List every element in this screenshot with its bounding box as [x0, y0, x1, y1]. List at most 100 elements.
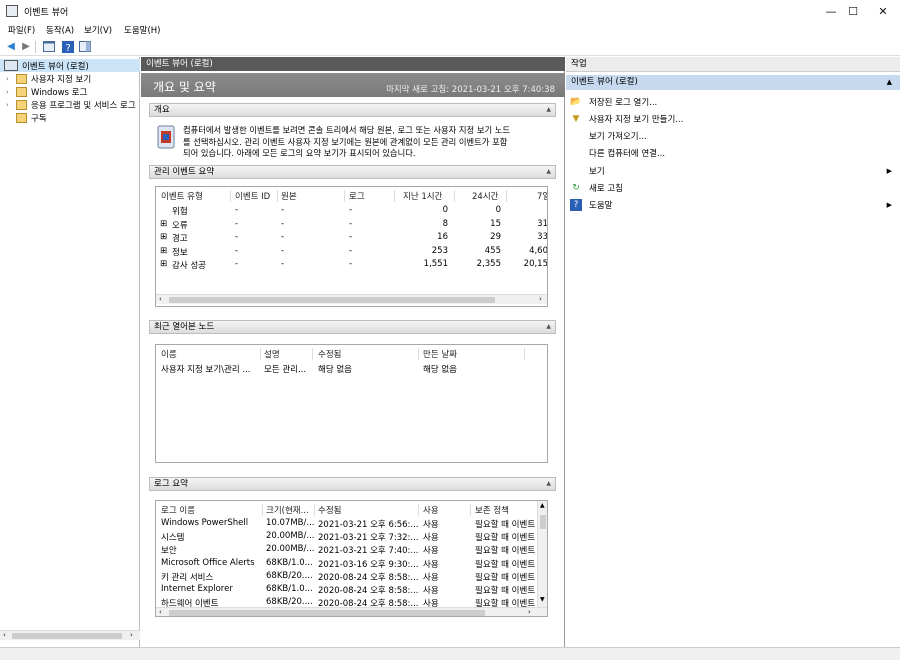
column-header[interactable]: 수정됨: [318, 348, 341, 360]
column-header[interactable]: 지난 1시간: [403, 190, 442, 202]
cell-enabled: 사용: [423, 520, 439, 530]
column-header[interactable]: 만든 날짜: [423, 348, 457, 360]
help-icon[interactable]: ?: [61, 40, 75, 53]
column-header[interactable]: 로그 이름: [161, 504, 195, 516]
console-tree-icon[interactable]: [42, 40, 56, 53]
collapse-icon[interactable]: ▲: [887, 75, 892, 90]
column-header[interactable]: 24시간: [472, 190, 498, 202]
scroll-left-icon[interactable]: ‹: [3, 631, 6, 639]
expand-plus-icon[interactable]: ⊞: [160, 259, 169, 269]
column-header[interactable]: 수정됨: [318, 504, 341, 516]
column-header[interactable]: 로그: [349, 190, 365, 202]
section-log-summary-header[interactable]: 로그 요약 ▲: [149, 477, 556, 491]
section-admin-summary-header[interactable]: 관리 이벤트 요약 ▲: [149, 165, 556, 179]
menu-file[interactable]: 파일(F): [8, 24, 35, 36]
actions-section-header[interactable]: 이벤트 뷰어 (로컬) ▲: [566, 75, 900, 90]
expand-arrow-icon[interactable]: ›: [6, 88, 14, 96]
tree-item-label: Windows 로그: [31, 87, 88, 98]
forward-arrow-icon[interactable]: ▶: [19, 40, 33, 53]
action-item[interactable]: ? 도움말 ▶: [566, 197, 900, 214]
action-item[interactable]: 보기 가져오기...: [566, 128, 900, 145]
cell-size: 68KB/20....: [266, 597, 313, 608]
section-label: 개요: [154, 105, 170, 115]
column-header[interactable]: 이벤트 ID: [235, 190, 270, 202]
action-item[interactable]: ▼ 사용자 지정 보기 만들기...: [566, 110, 900, 127]
collapse-icon[interactable]: ▲: [546, 478, 551, 490]
tree-item-windows-logs[interactable]: › Windows 로그: [0, 85, 140, 98]
scroll-right-icon[interactable]: ›: [528, 608, 531, 616]
column-header[interactable]: 원본: [281, 190, 297, 202]
scroll-up-icon[interactable]: ▲: [540, 502, 545, 509]
admin-horizontal-scrollbar[interactable]: ‹ ›: [156, 294, 547, 304]
action-item[interactable]: 📂 저장된 로그 열기...: [566, 93, 900, 110]
window-title: 이벤트 뷰어: [24, 8, 69, 18]
scroll-right-icon[interactable]: ›: [130, 631, 133, 639]
table-row[interactable]: ⊞ 오류 - - - 8 15 31: [156, 218, 547, 231]
column-header[interactable]: 크기(현재...: [266, 504, 314, 516]
cell-h24: 455: [484, 245, 501, 256]
action-item[interactable]: 다른 컴퓨터에 연결...: [566, 145, 900, 162]
scroll-left-icon[interactable]: ‹: [159, 608, 162, 616]
scroll-right-icon[interactable]: ›: [539, 295, 542, 303]
expand-plus-icon[interactable]: ⊞: [160, 246, 169, 256]
table-row[interactable]: Windows PowerShell 10.07MB/... 2021-03-21 …: [156, 518, 536, 530]
column-header[interactable]: 설명: [264, 348, 280, 360]
cell-id: -: [235, 205, 239, 215]
expand-arrow-icon[interactable]: ›: [6, 101, 14, 109]
section-overview-header[interactable]: 개요 ▲: [149, 103, 556, 117]
expand-plus-icon[interactable]: ⊞: [160, 232, 169, 242]
table-row[interactable]: 위험 - - - 0 0: [156, 205, 547, 217]
close-button[interactable]: ✕: [860, 0, 900, 22]
section-label: 로그 요약: [154, 479, 188, 489]
table-row[interactable]: 보안 20.00MB/... 2021-03-21 오후 7:40:... 사용 필요할…: [156, 544, 536, 556]
column-header[interactable]: 이름: [161, 348, 177, 360]
table-row[interactable]: ⊞ 감사 성공 - - - 1,551 2,355 20,15: [156, 259, 547, 271]
action-pane-icon[interactable]: [78, 40, 92, 53]
section-label: 관리 이벤트 요약: [154, 167, 215, 177]
log-vertical-scrollbar[interactable]: ▲ ▼: [537, 501, 547, 607]
action-spacer: [570, 147, 582, 159]
table-row[interactable]: 사용자 지정 보기\관리 ... 모든 관리... 해당 없음 해당 없음: [156, 363, 547, 375]
menu-help[interactable]: 도움말(H): [124, 24, 160, 36]
tree-item-event-viewer-local[interactable]: 이벤트 뷰어 (로컬): [0, 59, 140, 72]
cell-modified: 2021-03-21 오후 7:40:...: [318, 546, 418, 557]
overview-text-line: 를 선택하십시오. 관리 이벤트 사용자 지정 보기에는 원본에 관계없이 모든…: [183, 136, 508, 147]
table-row[interactable]: ⊞ 정보 - - - 253 455 4,60: [156, 245, 547, 258]
table-row[interactable]: 시스템 20.00MB/... 2021-03-21 오후 7:32:... 사용 필요…: [156, 531, 536, 543]
tree-item-app-services-logs[interactable]: › 응용 프로그램 및 서비스 로그: [0, 98, 140, 111]
tree-item-custom-views[interactable]: › 사용자 지정 보기: [0, 72, 140, 85]
collapse-icon[interactable]: ▲: [546, 321, 551, 333]
column-header[interactable]: 사용: [423, 504, 439, 516]
menu-view[interactable]: 보기(V): [84, 24, 112, 36]
log-horizontal-scrollbar[interactable]: ‹ ›: [156, 607, 547, 616]
cell-h1: 253: [431, 245, 448, 256]
cell-size: 68KB/1.0...: [266, 557, 313, 568]
action-item[interactable]: ↻ 새로 고침: [566, 180, 900, 197]
collapse-icon[interactable]: ▲: [546, 104, 551, 116]
scroll-down-icon[interactable]: ▼: [540, 596, 545, 603]
action-label: 저장된 로그 열기...: [589, 97, 658, 108]
cell-log: -: [349, 218, 353, 229]
tree-item-subscriptions[interactable]: 구독: [0, 111, 140, 124]
scroll-left-icon[interactable]: ‹: [159, 295, 162, 303]
section-recent-nodes-header[interactable]: 최근 열어본 노드 ▲: [149, 320, 556, 334]
expand-plus-icon[interactable]: ⊞: [160, 219, 169, 229]
collapse-icon[interactable]: ▲: [546, 166, 551, 178]
table-row[interactable]: Internet Explorer 68KB/1.0... 2020-08-24 오…: [156, 584, 536, 596]
expand-arrow-icon[interactable]: ›: [6, 75, 14, 83]
cell-policy: 필요할 때 이벤트: [475, 546, 535, 557]
table-row[interactable]: Microsoft Office Alerts 68KB/1.0... 2021-0…: [156, 558, 536, 570]
table-row[interactable]: ⊞ 경고 - - - 16 29 33: [156, 232, 547, 244]
column-header[interactable]: 보존 정책: [475, 504, 509, 516]
tree-item-label: 이벤트 뷰어 (로컬): [22, 61, 89, 72]
action-item[interactable]: 보기 ▶: [566, 162, 900, 179]
column-header[interactable]: 이벤트 유형: [161, 190, 203, 202]
menu-action[interactable]: 동작(A): [46, 24, 74, 36]
cell-modified: 해당 없음: [318, 365, 352, 375]
actions-section-label: 이벤트 뷰어 (로컬): [571, 77, 638, 87]
back-arrow-icon[interactable]: ◀: [4, 40, 18, 53]
column-header[interactable]: 7일: [537, 190, 547, 202]
table-row[interactable]: 키 관리 서비스 68KB/20.... 2020-08-24 오후 8:58:..…: [156, 571, 536, 583]
cell-name: 시스템: [161, 533, 185, 544]
tree-horizontal-scrollbar[interactable]: ‹ ›: [0, 630, 140, 640]
